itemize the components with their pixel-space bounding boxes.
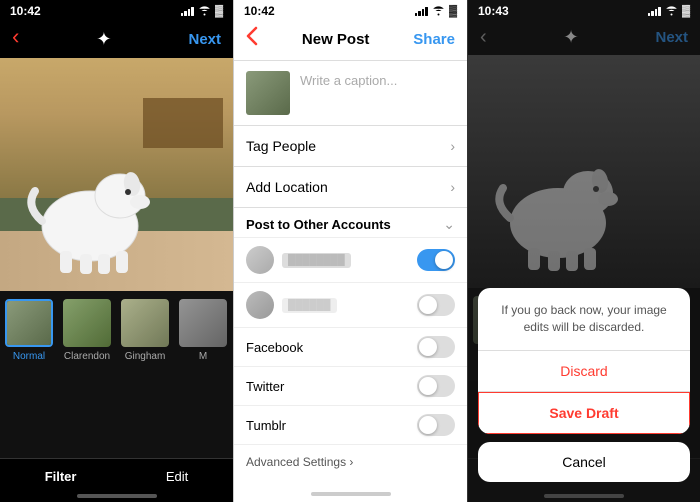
signal-icon-2 [415,6,428,16]
nav-bar-3: ‹ ✦ Next [468,22,700,55]
toggle-knob-2 [419,296,437,314]
next-button-1[interactable]: Next [188,31,221,48]
status-bar-1: 10:42 ▓ [0,0,233,22]
account-avatar-1 [246,246,274,274]
filter-gingham[interactable]: Gingham [116,299,174,450]
status-icons-1: ▓ [181,5,223,17]
battery-icon-2: ▓ [449,5,457,17]
tumblr-toggle-knob [419,416,437,434]
account-toggle-switch-1[interactable] [417,249,455,271]
save-draft-button[interactable]: Save Draft [478,392,690,434]
time-1: 10:42 [10,4,41,18]
wifi-icon-2 [432,6,445,16]
tag-people-row[interactable]: Tag People › [234,126,467,167]
signal-icon-3 [648,6,661,16]
filter-thumb-normal [5,299,53,347]
caption-input[interactable]: Write a caption... [300,71,455,115]
panel-save-draft: 10:43 ▓ ‹ ✦ Next [467,0,700,502]
back-button-1[interactable]: › [12,26,19,52]
account-username-1: ████████ [282,253,351,268]
cancel-dialog-box: Cancel [478,442,690,482]
twitter-label: Twitter [246,379,284,394]
filter-label-m: M [199,351,207,362]
account-username-2: ██████ [282,298,337,313]
status-bar-2: 10:42 ▓ [234,0,467,22]
tag-people-label: Tag People [246,138,316,154]
filter-label-clarendon: Clarendon [64,351,110,362]
section-header: Post to Other Accounts [246,217,391,232]
caption-thumbnail [246,71,290,115]
dog-figure-1 [20,126,160,276]
facebook-toggle-knob [419,338,437,356]
account-toggle-switch-2[interactable] [417,294,455,316]
facebook-row: Facebook [234,328,467,367]
new-post-title: New Post [302,31,370,48]
filter-m[interactable]: M [174,299,232,450]
status-icons-2: ▓ [415,5,457,17]
dialog-overlay: If you go back now, your image edits wil… [468,242,700,502]
tumblr-label: Tumblr [246,418,286,433]
battery-icon-1: ▓ [215,5,223,17]
wifi-icon-3 [665,6,678,16]
cancel-button[interactable]: Cancel [478,442,690,482]
tag-people-chevron: › [450,138,455,154]
add-location-chevron: › [450,179,455,195]
time-2: 10:42 [244,4,275,18]
twitter-toggle-knob [419,377,437,395]
tumblr-row: Tumblr [234,406,467,445]
toggle-knob-1 [435,251,453,269]
filter-clarendon[interactable]: Clarendon [58,299,116,450]
filter-thumb-gingham [121,299,169,347]
back-button-2[interactable] [246,26,258,52]
edit-icon-3[interactable]: ✦ [564,27,579,48]
add-location-label: Add Location [246,179,328,195]
status-bar-3: 10:43 ▓ [468,0,700,22]
signal-icon-1 [181,6,194,16]
time-3: 10:43 [478,4,509,18]
caption-row: Write a caption... [234,61,467,126]
filter-thumb-m [179,299,227,347]
wifi-icon-1 [198,6,211,16]
post-to-other-accounts-row: Post to Other Accounts ⌄ [234,208,467,238]
twitter-row: Twitter [234,367,467,406]
account-toggle-1: ████████ [234,238,467,283]
section-chevron: ⌄ [443,216,455,233]
panel-filter-edit: 10:42 ▓ › ✦ Next [0,0,233,502]
edit-icon-1[interactable]: ✦ [96,29,111,50]
account-toggle-2: ██████ [234,283,467,328]
add-location-row[interactable]: Add Location › [234,167,467,208]
share-button[interactable]: Share [413,31,455,48]
save-draft-dialog: If you go back now, your image edits wil… [478,288,690,434]
filter-strip: Normal Clarendon Gingham M [0,291,233,458]
tumblr-toggle[interactable] [417,414,455,436]
account-toggle-left-2: ██████ [246,291,337,319]
next-button-3[interactable]: Next [655,29,688,46]
home-indicator-1 [77,494,157,498]
status-icons-3: ▓ [648,5,690,17]
facebook-label: Facebook [246,340,303,355]
advanced-settings-link[interactable]: Advanced Settings › [234,445,467,479]
filter-label-normal: Normal [13,351,45,362]
back-button-3[interactable]: ‹ [480,26,487,49]
main-photo-1 [0,58,233,291]
home-indicator-2 [311,492,391,496]
account-avatar-2 [246,291,274,319]
filter-thumb-clarendon [63,299,111,347]
discard-button[interactable]: Discard [478,351,690,392]
account-toggle-left-1: ████████ [246,246,351,274]
filter-label-gingham: Gingham [125,351,166,362]
filter-normal[interactable]: Normal [0,299,58,450]
dialog-message: If you go back now, your image edits wil… [478,288,690,351]
nav-bar-1: › ✦ Next [0,22,233,58]
twitter-toggle[interactable] [417,375,455,397]
bottom-tabs-1: Filter Edit [0,458,233,490]
tab-filter[interactable]: Filter [45,469,77,484]
nav-bar-2: New Post Share [234,22,467,61]
battery-icon-3: ▓ [682,5,690,17]
facebook-toggle[interactable] [417,336,455,358]
tab-edit[interactable]: Edit [166,469,188,484]
panel-new-post: 10:42 ▓ New Post Share Write a [233,0,467,502]
